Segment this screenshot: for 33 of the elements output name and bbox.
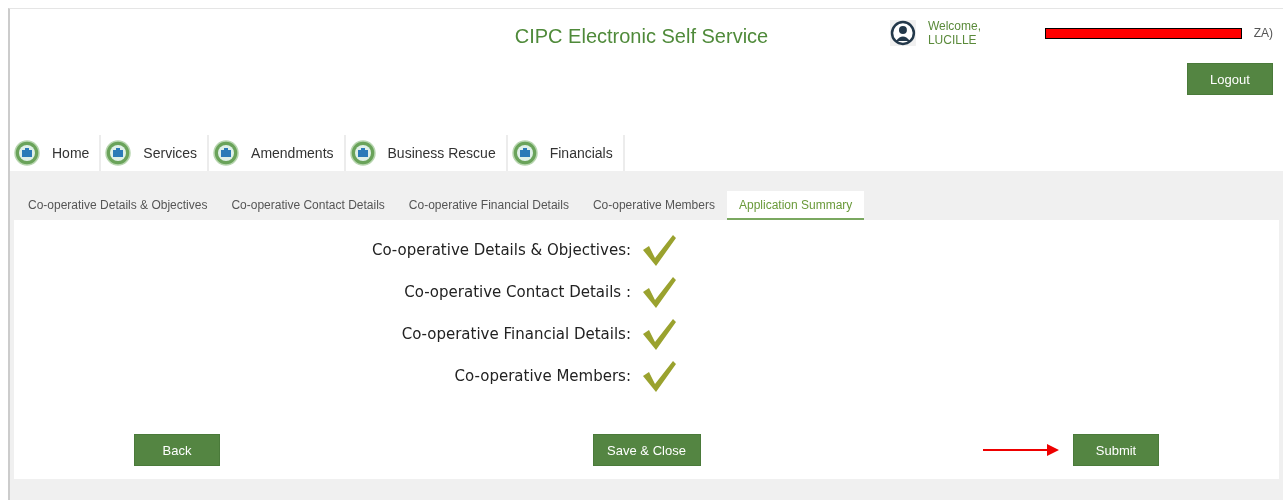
save-close-button[interactable]: Save & Close	[592, 434, 701, 466]
briefcase-icon	[213, 140, 240, 166]
summary-label: Co-operative Members:	[454, 367, 631, 385]
logout-button[interactable]: Logout	[1187, 63, 1273, 95]
summary-label: Co-operative Financial Details:	[401, 325, 631, 343]
nav-item[interactable]: Amendments	[209, 135, 346, 171]
welcome-text: Welcome, LUCILLE	[927, 19, 982, 47]
nav-item[interactable]: Home	[10, 135, 102, 171]
submit-button[interactable]: Submit	[1073, 434, 1159, 466]
briefcase-icon	[511, 140, 538, 166]
welcome-text: ZA)	[1253, 26, 1273, 40]
briefcase-icon	[349, 140, 376, 166]
summary-label: Co-operative Details & Objectives:	[371, 241, 631, 259]
nav-label: Business Rescue	[387, 145, 496, 161]
user-avatar-icon	[890, 20, 916, 46]
tab[interactable]: Co-operative Contact Details	[219, 191, 397, 220]
tab[interactable]: Co-operative Members	[580, 191, 727, 220]
briefcase-icon	[105, 140, 132, 166]
nav-label: Services	[143, 145, 198, 161]
summary-label: Co-operative Contact Details :	[404, 283, 631, 301]
nav-label: Financials	[549, 145, 613, 161]
nav-item[interactable]: Business Rescue	[345, 135, 508, 171]
tab[interactable]: Co-operative Details & Objectives	[16, 191, 220, 220]
tab[interactable]: Application Summary	[726, 191, 865, 220]
arrow-icon	[983, 444, 1059, 456]
tab[interactable]: Co-operative Financial Details	[396, 191, 581, 220]
nav-label: Amendments	[251, 145, 334, 161]
back-button[interactable]: Back	[134, 434, 220, 466]
briefcase-icon	[14, 140, 40, 166]
nav-label: Home	[52, 145, 90, 161]
nav-item[interactable]: Services	[101, 135, 210, 171]
nav-item[interactable]: Financials	[507, 135, 625, 171]
page-title: CIPC Electronic Self Service	[514, 25, 769, 48]
